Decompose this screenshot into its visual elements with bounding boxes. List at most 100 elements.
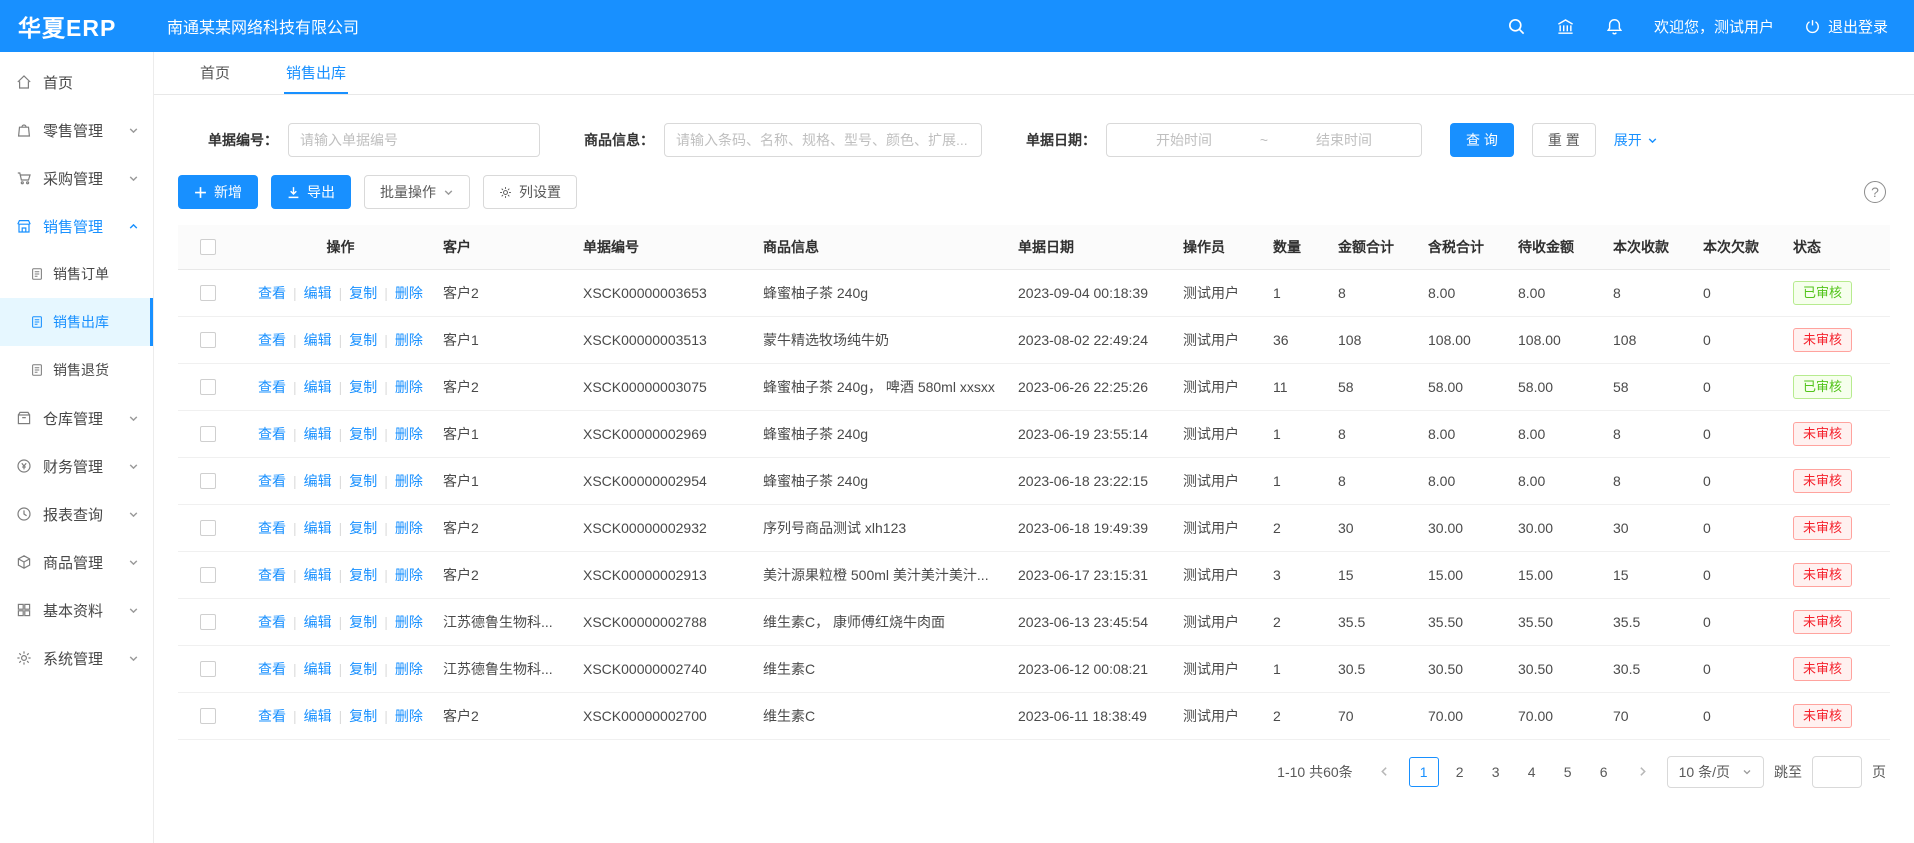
select-all-checkbox[interactable] <box>200 239 216 255</box>
row-checkbox[interactable] <box>200 567 216 583</box>
bank-icon[interactable] <box>1556 17 1575 36</box>
row-checkbox[interactable] <box>200 473 216 489</box>
sidebar-item-sales-outbound[interactable]: 销售出库 <box>0 298 153 346</box>
bell-icon[interactable] <box>1605 17 1624 36</box>
export-button[interactable]: 导出 <box>271 175 351 209</box>
tax-total-cell: 8.00 <box>1418 410 1508 457</box>
row-action-view[interactable]: 查看 <box>258 379 286 395</box>
jump-page-input[interactable] <box>1812 756 1862 788</box>
sidebar-item-retail[interactable]: 零售管理 <box>0 106 153 154</box>
row-action-delete[interactable]: 删除 <box>395 520 423 536</box>
sidebar-item-finance[interactable]: 财务管理 <box>0 442 153 490</box>
sidebar-item-sales-order[interactable]: 销售订单 <box>0 250 153 298</box>
row-action-edit[interactable]: 编辑 <box>304 426 332 442</box>
row-action-copy[interactable]: 复制 <box>349 426 377 442</box>
next-page-button[interactable] <box>1629 757 1657 787</box>
search-button[interactable]: 查 询 <box>1450 123 1514 157</box>
row-checkbox[interactable] <box>200 379 216 395</box>
goods-info-input[interactable] <box>664 123 982 157</box>
row-action-view[interactable]: 查看 <box>258 661 286 677</box>
page-button-3[interactable]: 3 <box>1481 757 1511 787</box>
sidebar-item-system[interactable]: 系统管理 <box>0 634 153 682</box>
row-checkbox[interactable] <box>200 426 216 442</box>
row-action-edit[interactable]: 编辑 <box>304 332 332 348</box>
sidebar-item-sales[interactable]: 销售管理 <box>0 202 153 250</box>
row-action-copy[interactable]: 复制 <box>349 379 377 395</box>
page-button-1[interactable]: 1 <box>1409 757 1439 787</box>
row-action-copy[interactable]: 复制 <box>349 567 377 583</box>
row-checkbox[interactable] <box>200 520 216 536</box>
search-icon[interactable] <box>1507 17 1526 36</box>
sidebar-item-sales-return[interactable]: 销售退货 <box>0 346 153 394</box>
row-checkbox[interactable] <box>200 661 216 677</box>
row-action-edit[interactable]: 编辑 <box>304 614 332 630</box>
row-action-delete[interactable]: 删除 <box>395 426 423 442</box>
help-icon[interactable]: ? <box>1864 181 1886 203</box>
row-action-view[interactable]: 查看 <box>258 332 286 348</box>
action-separator: | <box>384 567 388 583</box>
page-button-2[interactable]: 2 <box>1445 757 1475 787</box>
row-action-delete[interactable]: 删除 <box>395 379 423 395</box>
row-action-view[interactable]: 查看 <box>258 520 286 536</box>
row-action-edit[interactable]: 编辑 <box>304 520 332 536</box>
row-action-copy[interactable]: 复制 <box>349 708 377 724</box>
reset-button[interactable]: 重 置 <box>1532 123 1596 157</box>
row-action-view[interactable]: 查看 <box>258 285 286 301</box>
row-action-delete[interactable]: 删除 <box>395 567 423 583</box>
bill-no-input[interactable] <box>288 123 540 157</box>
sidebar-item-home[interactable]: 首页 <box>0 58 153 106</box>
row-action-view[interactable]: 查看 <box>258 567 286 583</box>
row-checkbox[interactable] <box>200 614 216 630</box>
row-checkbox[interactable] <box>200 708 216 724</box>
sidebar-item-report[interactable]: 报表查询 <box>0 490 153 538</box>
sidebar-item-purchase[interactable]: 采购管理 <box>0 154 153 202</box>
row-action-edit[interactable]: 编辑 <box>304 379 332 395</box>
row-action-view[interactable]: 查看 <box>258 473 286 489</box>
action-separator: | <box>339 520 343 536</box>
row-action-view[interactable]: 查看 <box>258 708 286 724</box>
row-action-copy[interactable]: 复制 <box>349 614 377 630</box>
row-action-view[interactable]: 查看 <box>258 426 286 442</box>
prev-page-button[interactable] <box>1371 757 1399 787</box>
row-action-copy[interactable]: 复制 <box>349 520 377 536</box>
sidebar-item-goods[interactable]: 商品管理 <box>0 538 153 586</box>
page-size-select[interactable]: 10 条/页 <box>1667 756 1764 788</box>
receivable-cell: 8.00 <box>1508 269 1603 316</box>
batch-actions-button[interactable]: 批量操作 <box>364 175 470 209</box>
column-settings-button[interactable]: 列设置 <box>483 175 577 209</box>
row-action-edit[interactable]: 编辑 <box>304 473 332 489</box>
logout-button[interactable]: 退出登录 <box>1804 16 1888 37</box>
received-cell: 15 <box>1603 551 1693 598</box>
row-action-copy[interactable]: 复制 <box>349 285 377 301</box>
row-action-delete[interactable]: 删除 <box>395 614 423 630</box>
sidebar-item-warehouse[interactable]: 仓库管理 <box>0 394 153 442</box>
row-action-delete[interactable]: 删除 <box>395 708 423 724</box>
row-action-copy[interactable]: 复制 <box>349 661 377 677</box>
row-action-delete[interactable]: 删除 <box>395 332 423 348</box>
row-action-copy[interactable]: 复制 <box>349 332 377 348</box>
page-button-6[interactable]: 6 <box>1589 757 1619 787</box>
row-action-edit[interactable]: 编辑 <box>304 567 332 583</box>
page-button-4[interactable]: 4 <box>1517 757 1547 787</box>
tab-sales-outbound[interactable]: 销售出库 <box>284 52 348 94</box>
customer-cell: 客户1 <box>433 410 573 457</box>
row-action-edit[interactable]: 编辑 <box>304 708 332 724</box>
row-action-delete[interactable]: 删除 <box>395 473 423 489</box>
receivable-cell: 108.00 <box>1508 316 1603 363</box>
sidebar-item-basic[interactable]: 基本资料 <box>0 586 153 634</box>
add-button[interactable]: 新增 <box>178 175 258 209</box>
row-checkbox[interactable] <box>200 332 216 348</box>
tab-home[interactable]: 首页 <box>198 52 232 94</box>
row-action-copy[interactable]: 复制 <box>349 473 377 489</box>
row-action-view[interactable]: 查看 <box>258 614 286 630</box>
status-badge: 未审核 <box>1793 610 1852 634</box>
row-action-edit[interactable]: 编辑 <box>304 661 332 677</box>
row-checkbox[interactable] <box>200 285 216 301</box>
expand-filters-link[interactable]: 展开 <box>1614 130 1658 150</box>
date-range-input[interactable]: 开始时间 ~ 结束时间 <box>1106 123 1422 157</box>
row-action-edit[interactable]: 编辑 <box>304 285 332 301</box>
row-action-delete[interactable]: 删除 <box>395 285 423 301</box>
goods-cell: 美汁源果粒橙 500ml 美汁美汁美汁... <box>753 551 1008 598</box>
row-action-delete[interactable]: 删除 <box>395 661 423 677</box>
page-button-5[interactable]: 5 <box>1553 757 1583 787</box>
